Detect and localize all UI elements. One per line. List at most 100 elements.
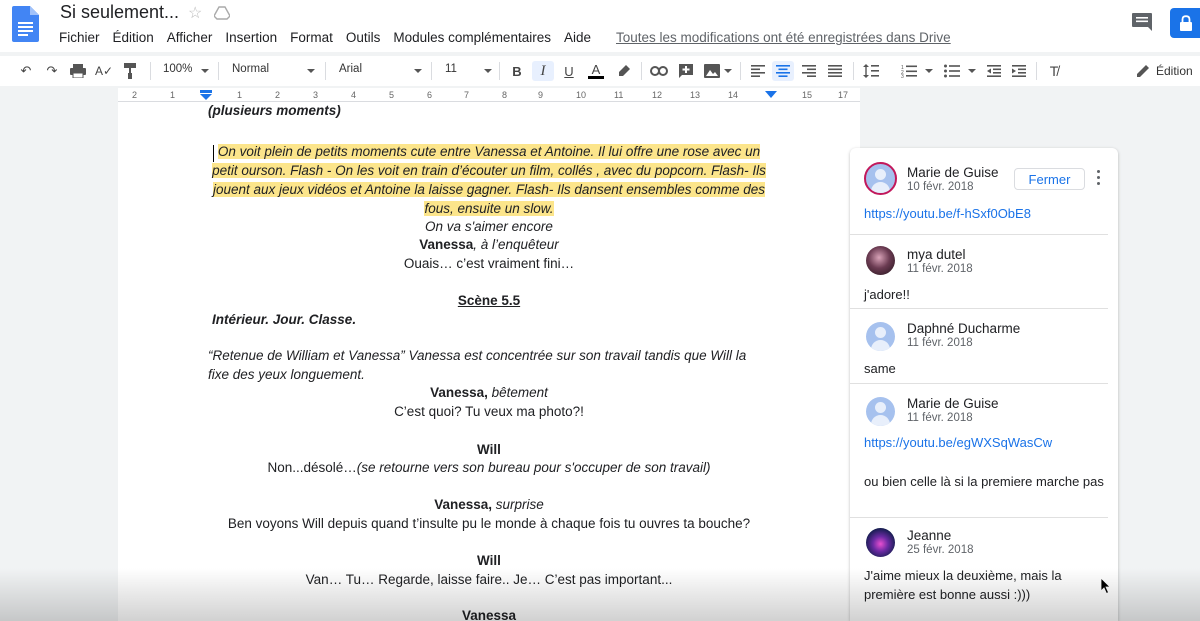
increase-indent-icon[interactable]: [1009, 61, 1029, 81]
highlighted-text: fous, ensuite un slow.: [424, 201, 554, 216]
comment-date: 10 févr. 2018: [907, 181, 974, 193]
line-spacing-icon[interactable]: [861, 61, 881, 81]
comment-author: Marie de Guise: [907, 165, 999, 180]
ruler-label: 2: [275, 90, 281, 100]
image-chevron-down-icon[interactable]: [724, 69, 732, 73]
align-center-icon[interactable]: [772, 61, 794, 81]
character-name: Will: [477, 442, 501, 457]
insert-link-icon[interactable]: [648, 61, 670, 81]
menu-outils[interactable]: Outils: [346, 30, 381, 45]
dialogue-line: Ouais… c’est vraiment fini…: [403, 256, 575, 271]
clear-formatting-icon[interactable]: T̸: [1044, 61, 1064, 81]
highlighted-text: jouent aux jeux vidéos et Antoine la lai…: [212, 182, 766, 197]
bulleted-list-icon[interactable]: [942, 61, 962, 81]
paint-format-icon[interactable]: [120, 61, 140, 81]
character-line: Vanessa, bêtement: [118, 385, 860, 400]
document-title[interactable]: Si seulement...: [60, 2, 179, 23]
avatar: [866, 322, 895, 351]
menu-fichier[interactable]: Fichier: [59, 30, 100, 45]
close-button[interactable]: Fermer: [1014, 168, 1085, 190]
stage-direction: bêtement: [487, 385, 548, 400]
comment-thread-panel[interactable]: Marie de Guise 10 févr. 2018 Fermer http…: [850, 148, 1118, 621]
stage-direction-heading: (plusieurs moments): [208, 103, 341, 118]
star-icon[interactable]: ☆: [188, 3, 202, 23]
comment-link[interactable]: https://youtu.be/f-hSxf0ObE8: [864, 206, 1031, 221]
bold-icon[interactable]: B: [507, 61, 527, 81]
character-name: Vanessa: [461, 608, 517, 621]
undo-icon[interactable]: ↶: [16, 61, 36, 81]
dialogue-line: Ben voyons Will depuis quand t’insulte p…: [227, 516, 751, 531]
highlighted-paragraph-line: fous, ensuite un slow.: [118, 201, 860, 216]
ruler-label: 1: [237, 90, 243, 100]
align-right-icon[interactable]: [799, 61, 819, 81]
left-indent-marker-icon[interactable]: [200, 90, 212, 100]
more-options-icon[interactable]: [1097, 170, 1101, 188]
menu-edition[interactable]: Édition: [113, 30, 154, 45]
numbered-list-icon[interactable]: 123: [899, 61, 919, 81]
underline-icon[interactable]: U: [559, 61, 579, 81]
comment-author: mya dutel: [907, 247, 966, 262]
character-name: Vanessa,: [430, 385, 488, 400]
bulleted-list-chevron-down-icon[interactable]: [968, 69, 976, 73]
decrease-indent-icon[interactable]: [984, 61, 1004, 81]
zoom-select[interactable]: 100%: [163, 63, 192, 75]
font-chevron-down-icon[interactable]: [414, 69, 422, 73]
align-left-icon[interactable]: [748, 61, 768, 81]
ruler-label: 14: [728, 90, 739, 100]
redo-icon[interactable]: ↷: [42, 61, 62, 81]
menu-afficher[interactable]: Afficher: [167, 30, 213, 45]
docs-logo-icon[interactable]: [12, 6, 39, 42]
comment-author: Daphné Ducharme: [907, 321, 1021, 336]
zoom-chevron-down-icon[interactable]: [201, 69, 209, 73]
size-chevron-down-icon[interactable]: [484, 69, 492, 73]
comment-history-icon[interactable]: [1131, 12, 1153, 32]
ruler[interactable]: 2 1 1 2 3 4 5 6 7 8 9 10 11 12 13 14 15 …: [118, 88, 860, 102]
menu-format[interactable]: Format: [290, 30, 333, 45]
comment-date: 11 févr. 2018: [907, 412, 973, 424]
comment-link[interactable]: https://youtu.be/egWXSqWasCw: [864, 435, 1052, 450]
add-comment-icon[interactable]: [676, 61, 696, 81]
song-line: On va s'aimer encore: [425, 219, 553, 234]
numbered-list-chevron-down-icon[interactable]: [925, 69, 933, 73]
highlighted-text: petit ourson. Flash - On les voit en tra…: [212, 163, 766, 178]
menu-modules[interactable]: Modules complémentaires: [393, 30, 551, 45]
highlight-color-icon[interactable]: [614, 61, 634, 81]
comment-divider: [850, 383, 1108, 384]
document-page[interactable]: (plusieurs moments) On voit plein de pet…: [118, 102, 860, 621]
toolbar-separator: [150, 62, 151, 80]
svg-text:3: 3: [901, 74, 904, 78]
highlighted-text: On voit plein de petits moments cute ent…: [217, 144, 761, 159]
style-chevron-down-icon[interactable]: [307, 69, 315, 73]
character-name: Will: [477, 553, 501, 568]
avatar: [866, 528, 895, 557]
highlighted-paragraph-line: On voit plein de petits moments cute ent…: [118, 144, 860, 159]
pencil-icon[interactable]: [1134, 61, 1152, 81]
editing-mode-select[interactable]: Édition: [1156, 64, 1193, 78]
character-name: Vanessa: [419, 237, 474, 252]
menu-aide[interactable]: Aide: [564, 30, 591, 45]
avatar: [866, 246, 895, 275]
comment-date: 25 févr. 2018: [907, 544, 974, 556]
text-color-icon[interactable]: A: [586, 61, 606, 81]
ruler-label: 2: [132, 90, 138, 100]
toolbar-separator: [641, 62, 642, 80]
comment-text: J'aime mieux la deuxième, mais la premiè…: [864, 568, 1062, 602]
font-select[interactable]: Arial: [339, 63, 362, 75]
menu-insertion[interactable]: Insertion: [225, 30, 277, 45]
italic-icon[interactable]: I: [532, 61, 554, 81]
print-icon[interactable]: [68, 61, 88, 81]
spellcheck-icon[interactable]: A✓: [94, 61, 114, 81]
lock-icon: [1180, 15, 1192, 31]
right-indent-marker-icon[interactable]: [765, 91, 777, 101]
comment-text: j'adore!!: [864, 287, 910, 302]
move-to-drive-icon[interactable]: [214, 6, 230, 20]
justify-icon[interactable]: [825, 61, 845, 81]
insert-image-icon[interactable]: [702, 61, 722, 81]
style-select[interactable]: Normal: [232, 63, 269, 75]
share-button[interactable]: [1170, 8, 1200, 38]
ruler-label: 17: [838, 90, 849, 100]
save-status-link[interactable]: Toutes les modifications ont été enregis…: [616, 30, 951, 45]
stage-direction: , à l’enquêteur: [473, 237, 559, 252]
ruler-label: 6: [427, 90, 433, 100]
font-size-select[interactable]: 11: [445, 63, 457, 75]
